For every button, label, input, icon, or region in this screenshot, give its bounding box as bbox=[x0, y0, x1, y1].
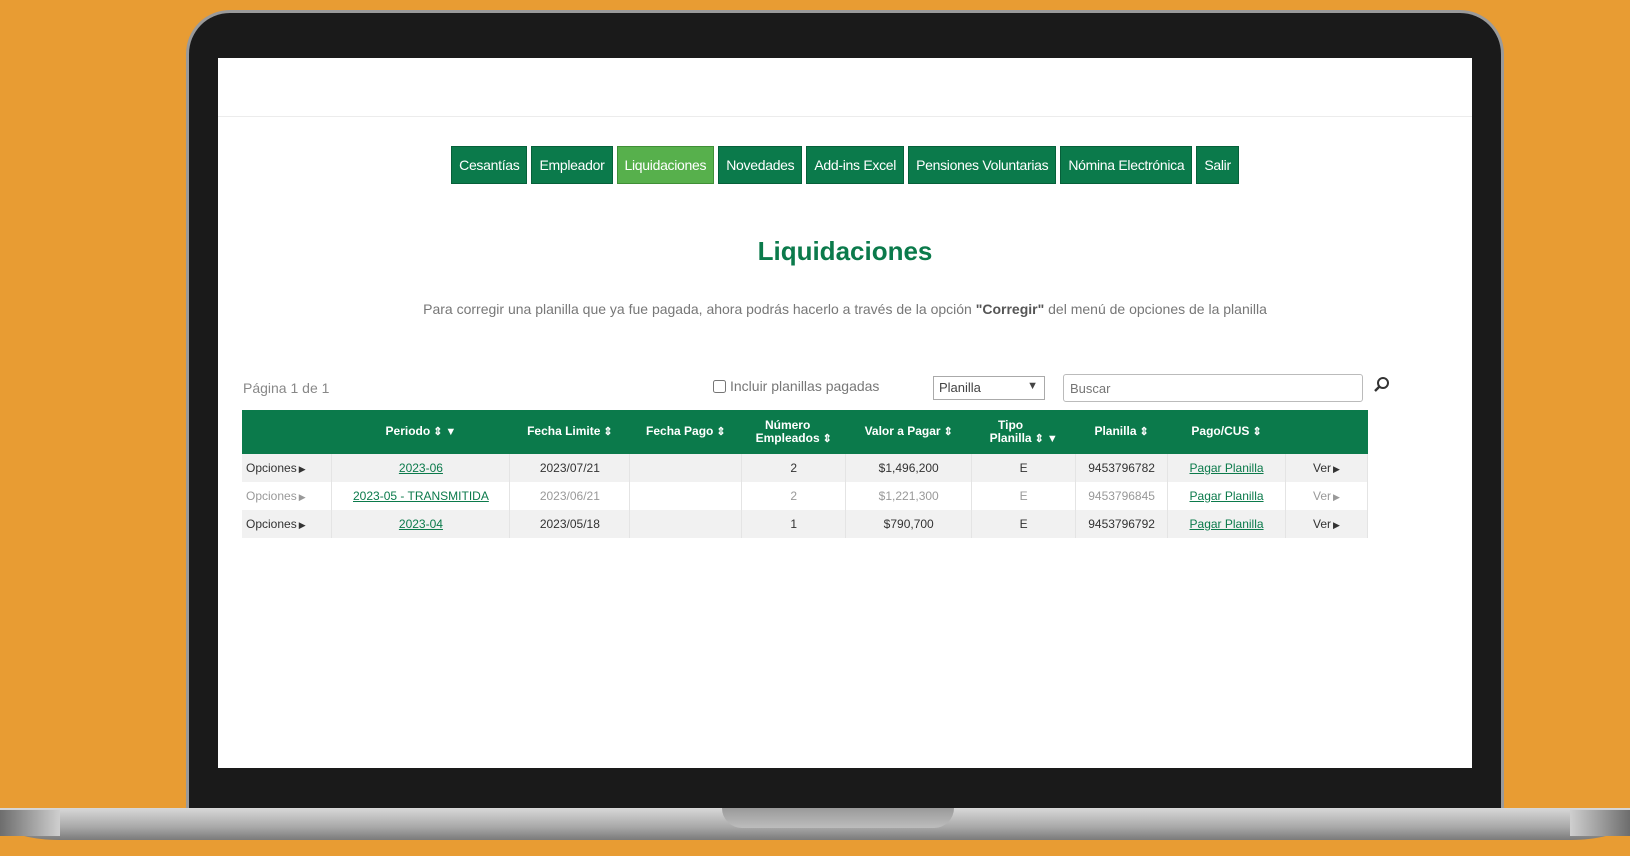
page-title: Liquidaciones bbox=[757, 236, 933, 266]
sort-icon: ⇕ bbox=[1252, 426, 1262, 438]
pagar-planilla-link[interactable]: Pagar Planilla bbox=[1167, 454, 1287, 482]
nav-nomina-electronica[interactable]: Nómina Electrónica bbox=[1060, 146, 1193, 184]
filter-icon: ▼ bbox=[445, 426, 457, 438]
nav-add-ins-excel[interactable]: Add-ins Excel bbox=[806, 146, 905, 184]
pagar-planilla-link[interactable]: Pagar Planilla bbox=[1167, 510, 1287, 538]
caret-right-icon: ▶ bbox=[298, 464, 306, 474]
periodo-link[interactable]: 2023-06 bbox=[331, 454, 511, 482]
empleados-cell: 2 bbox=[741, 482, 847, 510]
nav-empleador[interactable]: Empleador bbox=[531, 146, 613, 184]
search-icon[interactable] bbox=[1373, 376, 1391, 394]
notice-corregir: "Corregir" bbox=[975, 301, 1045, 317]
opciones-menu[interactable]: Opciones ▶ bbox=[242, 482, 333, 510]
caret-right-icon: ▶ bbox=[1333, 520, 1340, 530]
browser-screen: Cesantías Empleador Liquidaciones Noveda… bbox=[218, 58, 1472, 768]
table-row: Opciones ▶ 2023-05 - TRANSMITIDA 2023/06/… bbox=[242, 482, 1368, 510]
ver-menu[interactable]: Ver ▶ bbox=[1285, 454, 1368, 482]
planilla-cell: 9453796845 bbox=[1075, 482, 1169, 510]
nav-pensiones-voluntarias[interactable]: Pensiones Voluntarias bbox=[908, 146, 1057, 184]
laptop-notch bbox=[722, 808, 954, 828]
sort-icon: ⇕ bbox=[1034, 432, 1044, 445]
col-planilla[interactable]: Planilla ⇕ bbox=[1075, 410, 1168, 454]
table-toolbar: Página 1 de 1 Incluir planillas pagadas … bbox=[243, 374, 1403, 404]
nav-salir[interactable]: Salir bbox=[1196, 146, 1239, 184]
include-paid-label: Incluir planillas pagadas bbox=[730, 378, 880, 394]
tipo-cell: E bbox=[971, 510, 1077, 538]
chevron-down-icon: ▼ bbox=[1027, 380, 1038, 392]
fecha-limite-cell: 2023/06/21 bbox=[509, 482, 631, 510]
fecha-limite-cell: 2023/05/18 bbox=[509, 510, 631, 538]
caret-right-icon: ▶ bbox=[1333, 492, 1340, 502]
notice-text-pre: Para corregir una planilla que ya fue pa… bbox=[423, 301, 976, 317]
notice-text-post: del menú de opciones de la planilla bbox=[1044, 301, 1267, 317]
fecha-pago-cell bbox=[629, 482, 743, 510]
valor-cell: $1,496,200 bbox=[845, 454, 973, 482]
ver-menu[interactable]: Ver ▶ bbox=[1285, 510, 1368, 538]
empleados-cell: 2 bbox=[741, 454, 847, 482]
opciones-menu[interactable]: Opciones ▶ bbox=[242, 454, 333, 482]
select-value: Planilla bbox=[939, 380, 981, 395]
planilla-cell: 9453796792 bbox=[1075, 510, 1169, 538]
table-row: Opciones ▶ 2023-04 2023/05/18 1 $790,700 … bbox=[242, 510, 1368, 538]
laptop-base-edge bbox=[1570, 810, 1630, 836]
fecha-pago-cell bbox=[629, 454, 743, 482]
laptop-base-edge bbox=[0, 810, 60, 836]
sort-icon: ⇕ bbox=[1139, 426, 1149, 438]
ver-menu[interactable]: Ver ▶ bbox=[1285, 482, 1368, 510]
empleados-cell: 1 bbox=[741, 510, 847, 538]
col-ver bbox=[1285, 410, 1368, 454]
sort-icon: ⇕ bbox=[822, 432, 832, 445]
caret-right-icon: ▶ bbox=[298, 492, 306, 502]
pagar-planilla-link[interactable]: Pagar Planilla bbox=[1167, 482, 1287, 510]
opciones-menu[interactable]: Opciones ▶ bbox=[242, 510, 333, 538]
table-row: Opciones ▶ 2023-06 2023/07/21 2 $1,496,20… bbox=[242, 454, 1368, 482]
fecha-pago-cell bbox=[629, 510, 743, 538]
nav-novedades[interactable]: Novedades bbox=[718, 146, 803, 184]
search-input[interactable] bbox=[1063, 374, 1363, 402]
col-tipo-planilla[interactable]: Tipo Planilla ⇕ ▼ bbox=[971, 410, 1076, 454]
col-fecha-pago[interactable]: Fecha Pago ⇕ bbox=[629, 410, 742, 454]
correction-notice: Para corregir una planilla que ya fue pa… bbox=[218, 301, 1472, 317]
filter-icon: ▼ bbox=[1046, 432, 1058, 445]
table-header-row: Periodo ⇕ ▼ Fecha Limite ⇕ Fecha Pago ⇕ Núme… bbox=[242, 410, 1368, 454]
sort-icon: ⇕ bbox=[943, 426, 953, 438]
tipo-cell: E bbox=[971, 482, 1077, 510]
col-periodo[interactable]: Periodo ⇕ ▼ bbox=[331, 410, 510, 454]
sort-icon: ⇕ bbox=[716, 426, 726, 438]
col-pago-cus[interactable]: Pago/CUS ⇕ bbox=[1167, 410, 1286, 454]
include-paid-toggle[interactable]: Incluir planillas pagadas bbox=[713, 378, 879, 394]
caret-right-icon: ▶ bbox=[298, 520, 306, 530]
periodo-link[interactable]: 2023-05 - TRANSMITIDA bbox=[331, 482, 511, 510]
valor-cell: $1,221,300 bbox=[845, 482, 973, 510]
page-info: Página 1 de 1 bbox=[243, 380, 330, 396]
col-fecha-limite[interactable]: Fecha Limite ⇕ bbox=[509, 410, 630, 454]
search-field-select[interactable]: Planilla ▼ bbox=[933, 376, 1045, 400]
include-paid-checkbox[interactable] bbox=[713, 379, 726, 393]
planilla-cell: 9453796782 bbox=[1075, 454, 1169, 482]
nav-liquidaciones[interactable]: Liquidaciones bbox=[616, 146, 715, 184]
col-opciones bbox=[242, 410, 332, 454]
tipo-cell: E bbox=[971, 454, 1077, 482]
sort-icon: ⇕ bbox=[433, 426, 443, 438]
col-valor-pagar[interactable]: Valor a Pagar ⇕ bbox=[845, 410, 972, 454]
main-nav: Cesantías Empleador Liquidaciones Noveda… bbox=[218, 146, 1472, 184]
liquidaciones-table: Periodo ⇕ ▼ Fecha Limite ⇕ Fecha Pago ⇕ Núme… bbox=[242, 410, 1368, 538]
nav-cesantias[interactable]: Cesantías bbox=[451, 146, 528, 184]
valor-cell: $790,700 bbox=[845, 510, 973, 538]
sort-icon: ⇕ bbox=[603, 426, 613, 438]
header-divider bbox=[218, 116, 1472, 117]
periodo-link[interactable]: 2023-04 bbox=[331, 510, 511, 538]
caret-right-icon: ▶ bbox=[1333, 464, 1340, 474]
fecha-limite-cell: 2023/07/21 bbox=[509, 454, 631, 482]
col-numero-empleados[interactable]: Número Empleados ⇕ bbox=[741, 410, 846, 454]
